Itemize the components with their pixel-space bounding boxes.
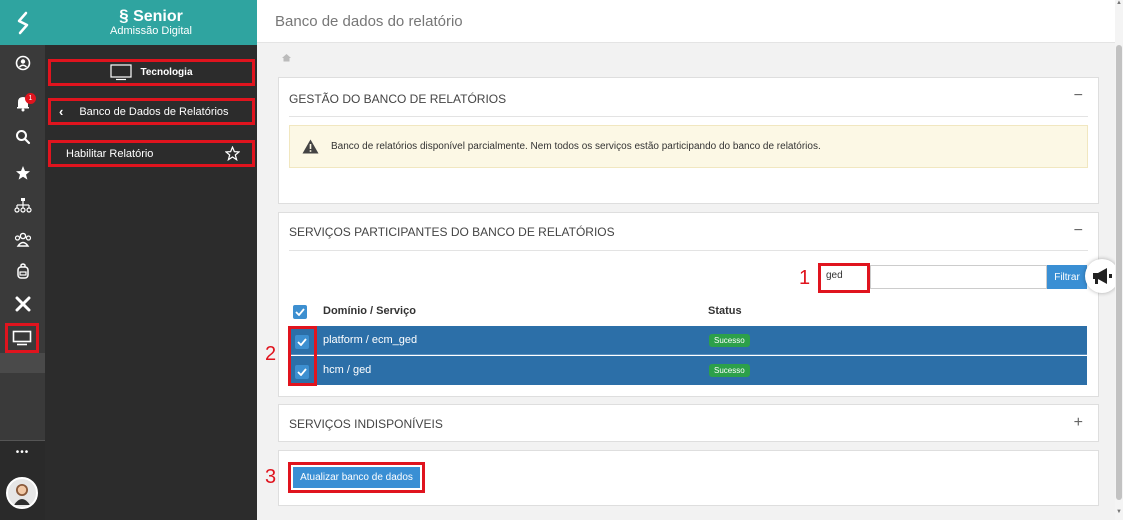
filter-input-extension[interactable]: [870, 265, 1047, 289]
more-options-icon[interactable]: •••: [0, 447, 45, 458]
scroll-down-arrow-icon[interactable]: ▼: [1115, 509, 1123, 517]
check-icon: [295, 308, 305, 316]
scroll-thumb[interactable]: [1116, 45, 1122, 500]
rail-active-area: [0, 353, 45, 373]
row-checkboxes-highlight: [288, 326, 317, 386]
icon-rail: 1 •••: [0, 0, 45, 520]
row-checkbox[interactable]: [295, 365, 309, 379]
panel-participantes-title: SERVIÇOS PARTICIPANTES DO BANCO DE RELAT…: [289, 225, 615, 239]
panel-indisponiveis-title: SERVIÇOS INDISPONÍVEIS: [289, 417, 443, 431]
status-badge: Sucesso: [709, 364, 750, 377]
panel-gestao: GESTÃO DO BANCO DE RELATÓRIOS − Banco de…: [278, 77, 1099, 204]
row-service: hcm / ged: [323, 364, 372, 376]
x-logo-icon[interactable]: [0, 291, 45, 317]
callout-number-1: 1: [799, 267, 811, 289]
panel-divider: [289, 250, 1088, 251]
table-row[interactable]: platform / ecm_ged Sucesso: [288, 326, 1087, 355]
panel-indisponiveis: SERVIÇOS INDISPONÍVEIS +: [278, 404, 1099, 442]
callout-number-3: 3: [265, 466, 277, 488]
warning-icon: [302, 139, 319, 154]
update-database-button[interactable]: Atualizar banco de dados: [293, 467, 420, 488]
monitor-icon: [110, 64, 133, 81]
check-icon: [297, 368, 307, 376]
table-header: Domínio / Serviço Status: [288, 300, 1087, 324]
brand-header[interactable]: § Senior Admissão Digital: [45, 0, 257, 45]
select-all-checkbox[interactable]: [293, 305, 307, 319]
row-checkbox[interactable]: [295, 335, 309, 349]
page-title: Banco de dados do relatório: [275, 13, 463, 30]
menu-back-item[interactable]: ‹ Banco de Dados de Relatórios: [48, 98, 255, 125]
user-profile-icon[interactable]: [0, 50, 45, 76]
title-bar: Banco de dados do relatório: [257, 0, 1115, 43]
notification-count-badge: 1: [25, 93, 36, 104]
callout-number-2: 2: [265, 343, 277, 365]
breadcrumb: [281, 51, 292, 65]
page-scrollbar[interactable]: ▲ ▼: [1115, 0, 1123, 520]
org-chart-icon[interactable]: [0, 192, 45, 218]
rail-bottom: •••: [0, 440, 45, 520]
partial-availability-alert: Banco de relatórios disponível parcialme…: [289, 125, 1088, 168]
monitor-nav-icon-highlight[interactable]: [5, 323, 39, 353]
expand-indisponiveis-button[interactable]: +: [1074, 414, 1083, 432]
menu-section-tecnologia[interactable]: Tecnologia: [48, 59, 255, 86]
senior-logo-icon[interactable]: [0, 0, 45, 45]
filter-button[interactable]: Filtrar: [1047, 265, 1087, 289]
collapse-participantes-button[interactable]: −: [1074, 222, 1083, 240]
scroll-up-arrow-icon[interactable]: ▲: [1115, 0, 1123, 8]
menu-back-label: Banco de Dados de Relatórios: [79, 105, 229, 118]
team-icon[interactable]: [0, 226, 45, 252]
panel-divider: [289, 116, 1088, 117]
menu-section-label: Tecnologia: [140, 67, 193, 78]
collapse-gestao-button[interactable]: −: [1074, 87, 1083, 105]
column-header-status: Status: [708, 305, 742, 317]
brand-name: § Senior: [119, 6, 183, 25]
menu-item-habilitar-relatorio[interactable]: Habilitar Relatório: [48, 140, 255, 167]
brand-s-icon: §: [119, 6, 129, 25]
star-outline-icon[interactable]: [225, 146, 240, 161]
panel-gestao-title: GESTÃO DO BANCO DE RELATÓRIOS: [289, 92, 507, 106]
monitor-icon: [12, 330, 32, 346]
announcements-button[interactable]: [1085, 259, 1119, 293]
table-row[interactable]: hcm / ged Sucesso: [288, 356, 1087, 385]
home-icon[interactable]: [281, 53, 292, 62]
megaphone-icon: [1093, 268, 1112, 284]
status-badge: Sucesso: [709, 334, 750, 347]
row-service: platform / ecm_ged: [323, 334, 418, 346]
backpack-icon[interactable]: [0, 258, 45, 284]
secondary-menu: § Senior Admissão Digital Tecnologia ‹ B…: [45, 0, 257, 520]
brand-subtitle: Admissão Digital: [110, 25, 192, 37]
notifications-bell-icon[interactable]: 1: [0, 90, 45, 116]
chevron-left-icon: ‹: [59, 104, 64, 119]
search-icon[interactable]: [0, 124, 45, 150]
column-header-service: Domínio / Serviço: [323, 305, 416, 317]
user-avatar[interactable]: [6, 477, 38, 509]
favorites-star-icon[interactable]: [0, 160, 45, 186]
alert-text: Banco de relatórios disponível parcialme…: [331, 141, 821, 152]
filter-input[interactable]: ged: [818, 263, 870, 293]
menu-item-label: Habilitar Relatório: [66, 147, 154, 160]
check-icon: [297, 338, 307, 346]
